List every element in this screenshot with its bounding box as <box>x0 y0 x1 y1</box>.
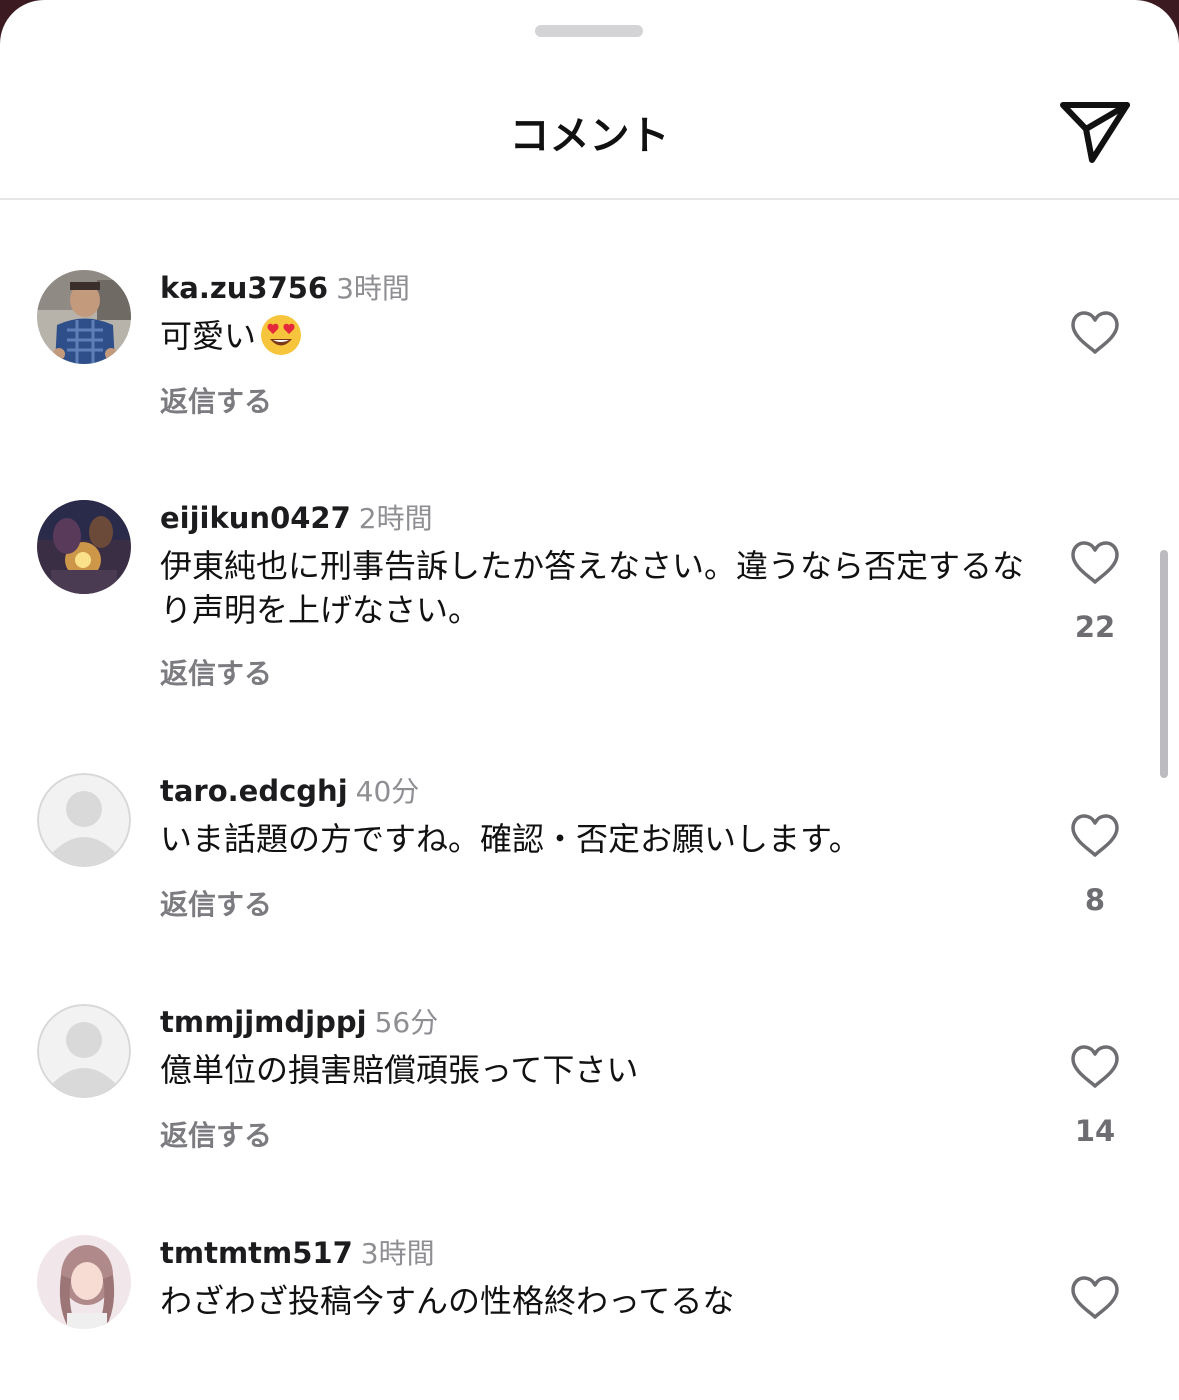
heart-icon <box>1071 541 1119 584</box>
avatar[interactable] <box>37 270 131 364</box>
reply-button[interactable]: 返信する <box>160 652 272 692</box>
comment-time: 40分 <box>355 775 420 808</box>
comment-username[interactable]: ka.zu3756 <box>160 271 328 305</box>
comment-text: いま話題の方ですね。確認・否定お願いします。 <box>160 820 861 858</box>
reply-button[interactable]: 返信する <box>160 1114 272 1154</box>
heart-icon <box>1071 814 1119 857</box>
comment-meta: taro.edcghj 40分 <box>160 773 419 809</box>
like-count: 14 <box>1074 1114 1116 1148</box>
comment-time: 3時間 <box>360 1237 435 1270</box>
sheet-grabber[interactable] <box>535 25 643 37</box>
comment-time: 2時間 <box>358 502 433 535</box>
avatar[interactable] <box>37 773 131 867</box>
like-button[interactable] <box>1070 540 1120 586</box>
reply-button[interactable]: 返信する <box>160 380 272 420</box>
header-divider <box>0 198 1179 200</box>
comment-text-content: 可愛い <box>160 317 257 355</box>
avatar[interactable] <box>37 1004 131 1098</box>
comment-username[interactable]: tmmjjmdjppj <box>160 1005 367 1039</box>
heart-icon <box>1071 311 1119 354</box>
comment-meta: ka.zu3756 3時間 <box>160 270 410 306</box>
default-avatar-icon <box>37 1004 131 1098</box>
comment-text: 可愛い <box>160 314 1030 367</box>
comment-time: 56分 <box>374 1006 439 1039</box>
share-button[interactable] <box>1058 98 1132 166</box>
paper-plane-icon <box>1060 102 1130 163</box>
heart-icon <box>1071 1045 1119 1088</box>
page-title: コメント <box>509 113 670 159</box>
comment-meta: eijikun0427 2時間 <box>160 500 433 536</box>
default-avatar-icon <box>37 773 131 867</box>
comment-username[interactable]: tmtmtm517 <box>160 1236 353 1270</box>
like-button[interactable] <box>1070 1044 1120 1090</box>
comment-text: わざわざ投稿今すんの性格終わってるな <box>160 1282 735 1320</box>
comment-meta: tmmjjmdjppj 56分 <box>160 1004 438 1040</box>
heart-eyes-emoji-icon <box>260 314 302 367</box>
like-button[interactable] <box>1070 813 1120 859</box>
avatar[interactable] <box>37 500 131 594</box>
like-count: 8 <box>1084 883 1106 917</box>
comment-text: 億単位の損害賠償頑張って下さい <box>160 1051 639 1089</box>
scrollbar[interactable] <box>1160 550 1168 778</box>
like-button[interactable] <box>1070 1275 1120 1321</box>
comment-text: 伊東純也に刑事告訴したか答えなさい。違うなら否定するなり声明を上げなさい。 <box>160 547 1025 629</box>
comment-time: 3時間 <box>336 272 410 305</box>
heart-icon <box>1071 1276 1119 1319</box>
comment-username[interactable]: eijikun0427 <box>160 501 351 535</box>
like-count: 22 <box>1074 610 1116 644</box>
reply-button[interactable]: 返信する <box>160 883 272 923</box>
comment-username[interactable]: taro.edcghj <box>160 774 348 808</box>
comments-sheet: コメント ka.zu3756 3時間 可愛い 返信する eijikun0427 … <box>0 0 1179 1400</box>
avatar[interactable] <box>37 1235 131 1329</box>
comment-meta: tmtmtm517 3時間 <box>160 1235 435 1271</box>
like-button[interactable] <box>1070 310 1120 356</box>
